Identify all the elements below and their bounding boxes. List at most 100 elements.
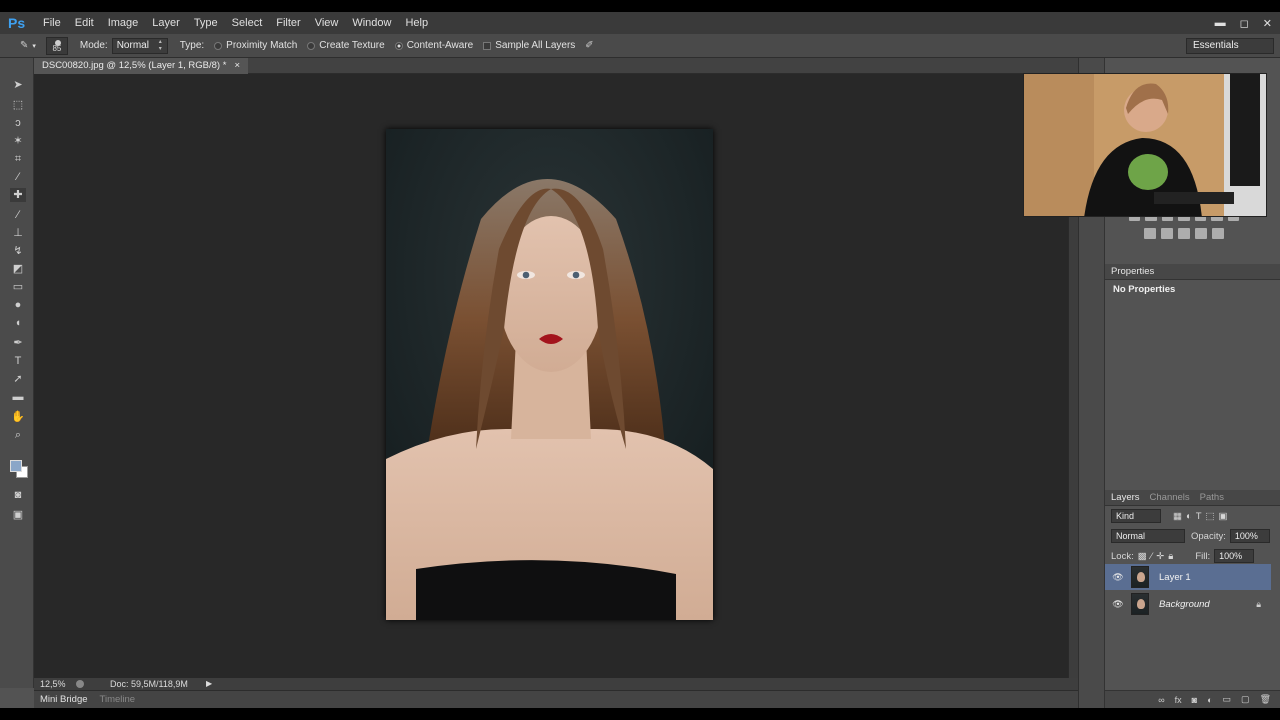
fill-input[interactable]: 100% <box>1214 549 1255 563</box>
filter-type-icon[interactable]: T <box>1196 511 1202 522</box>
minimize-icon[interactable]: ▬ <box>1215 17 1226 29</box>
layer-filter-kind-dropdown[interactable]: Kind <box>1111 509 1161 523</box>
color-swatches[interactable] <box>10 460 30 480</box>
filter-adjustment-icon[interactable]: ◐ <box>1186 511 1192 522</box>
gradient-tool-icon[interactable]: ▭ <box>10 280 26 294</box>
zoom-level[interactable]: 12,5% <box>40 678 66 690</box>
path-selection-tool-icon[interactable]: ➚ <box>10 372 26 386</box>
new-adjustment-icon[interactable]: ◐ <box>1207 695 1212 705</box>
properties-title[interactable]: Properties <box>1111 266 1154 277</box>
mode-dropdown[interactable]: Normal <box>111 37 168 54</box>
menu-select[interactable]: Select <box>225 12 270 34</box>
filter-smart-object-icon[interactable]: ▣ <box>1219 511 1228 522</box>
tab-layers[interactable]: Layers <box>1111 490 1140 506</box>
bottom-panel-tabs: Mini Bridge Timeline <box>34 690 1078 708</box>
magic-wand-tool-icon[interactable]: ✶ <box>10 134 26 148</box>
menu-window[interactable]: Window <box>345 12 398 34</box>
dodge-tool-icon[interactable]: ◖ <box>10 316 26 330</box>
create-texture-radio[interactable] <box>307 41 316 50</box>
rectangle-tool-icon[interactable]: ▬ <box>10 390 26 404</box>
tab-mini-bridge[interactable]: Mini Bridge <box>34 691 94 708</box>
eraser-tool-icon[interactable]: ◩ <box>10 262 26 276</box>
maximize-icon[interactable]: ◻ <box>1240 17 1249 30</box>
photoshop-window: Ps File Edit Image Layer Type Select Fil… <box>0 12 1280 708</box>
quick-mask-icon[interactable]: ◙ <box>10 488 26 502</box>
no-properties-text: No Properties <box>1113 284 1176 295</box>
gradient-map-icon[interactable] <box>1212 228 1224 239</box>
status-menu-arrow-icon[interactable]: ▶ <box>206 678 212 690</box>
tab-paths[interactable]: Paths <box>1200 490 1224 506</box>
layer-style-icon[interactable]: fx <box>1175 695 1182 705</box>
menu-help[interactable]: Help <box>398 12 435 34</box>
blur-tool-icon[interactable]: ● <box>10 298 26 312</box>
brush-size-picker[interactable]: 85 <box>45 36 68 55</box>
channel-mixer-icon[interactable] <box>1178 228 1190 239</box>
lock-position-icon[interactable]: ✛ <box>1156 551 1164 562</box>
lasso-tool-icon[interactable]: ↄ <box>10 116 26 130</box>
eyedropper-tool-icon[interactable]: ⁄ <box>10 170 26 184</box>
tab-channels[interactable]: Channels <box>1150 490 1190 506</box>
photo-filter-icon[interactable] <box>1161 228 1173 239</box>
content-aware-radio[interactable] <box>394 41 403 50</box>
mode-label: Mode: <box>79 40 108 51</box>
crop-tool-icon[interactable]: ⌗ <box>10 152 26 166</box>
add-mask-icon[interactable]: ◙ <box>1192 695 1197 705</box>
layers-footer: ∞ fx ◙ ◐ ▭ ▢ 🗑︎ <box>1105 690 1280 708</box>
layer-row-background[interactable]: 👁︎ Background 🔒︎ <box>1105 591 1271 617</box>
close-tab-icon[interactable]: × <box>234 58 240 74</box>
brush-tool-icon[interactable]: ∕ <box>10 208 26 222</box>
eye-icon[interactable]: 👁︎ <box>1111 572 1125 583</box>
delete-layer-icon[interactable]: 🗑︎ <box>1260 694 1271 705</box>
healing-brush-icon: ✎ <box>20 40 29 51</box>
options-bar: ✎ ▾ 85 Mode: Normal Type: Proximity Matc… <box>0 34 1280 58</box>
layer-row-layer-1[interactable]: 👁︎ Layer 1 <box>1105 564 1271 590</box>
layer-name: Layer 1 <box>1159 571 1191 583</box>
lock-all-icon[interactable]: 🔒︎ <box>1168 551 1173 562</box>
filter-shape-icon[interactable]: ⬚ <box>1206 511 1215 522</box>
black-white-icon[interactable] <box>1144 228 1156 239</box>
document-image[interactable] <box>386 129 713 620</box>
document-tab[interactable]: DSC00820.jpg @ 12,5% (Layer 1, RGB/8) * … <box>34 58 248 74</box>
lock-transparent-icon[interactable]: ▩ <box>1138 551 1147 562</box>
opacity-input[interactable]: 100% <box>1229 529 1270 543</box>
foreground-color-swatch[interactable] <box>10 460 22 472</box>
link-layers-icon[interactable]: ∞ <box>1158 695 1164 705</box>
menu-filter[interactable]: Filter <box>269 12 307 34</box>
lock-label: Lock: <box>1111 550 1134 562</box>
blend-mode-dropdown[interactable]: Normal <box>1111 529 1185 543</box>
canvas-area[interactable] <box>34 74 1068 678</box>
tool-preset-picker[interactable]: ✎ ▾ <box>20 40 36 51</box>
new-group-icon[interactable]: ▭ <box>1223 694 1232 705</box>
menu-layer[interactable]: Layer <box>145 12 187 34</box>
menu-type[interactable]: Type <box>187 12 225 34</box>
close-icon[interactable]: ✕ <box>1263 17 1272 30</box>
webcam-image <box>1024 74 1266 216</box>
marquee-tool-icon[interactable]: ⬚ <box>10 98 26 112</box>
healing-brush-tool-icon[interactable]: ✚ <box>10 188 26 202</box>
history-brush-tool-icon[interactable]: ↯ <box>10 244 26 258</box>
invert-icon[interactable] <box>1195 228 1207 239</box>
proximity-match-radio[interactable] <box>214 41 223 50</box>
menu-file[interactable]: File <box>36 12 68 34</box>
filter-pixel-icon[interactable]: ▦ <box>1173 511 1182 522</box>
new-layer-icon[interactable]: ▢ <box>1241 694 1250 705</box>
move-tool-icon[interactable]: ➤ <box>10 78 26 92</box>
lock-image-icon[interactable]: ∕ <box>1151 551 1153 562</box>
hand-tool-icon[interactable]: ✋ <box>10 410 26 424</box>
zoom-tool-icon[interactable]: ⌕ <box>10 428 26 442</box>
properties-panel-header: Properties <box>1105 264 1280 280</box>
eye-icon[interactable]: 👁︎ <box>1111 599 1125 610</box>
menu-image[interactable]: Image <box>101 12 146 34</box>
sample-all-layers-checkbox[interactable] <box>483 41 492 50</box>
tab-timeline[interactable]: Timeline <box>94 691 142 708</box>
status-info-icon[interactable] <box>76 680 84 688</box>
clone-stamp-tool-icon[interactable]: ⊥ <box>10 226 26 240</box>
workspace-switcher[interactable]: Essentials <box>1186 38 1274 54</box>
pressure-size-icon[interactable]: ✐ <box>585 40 593 51</box>
chevron-down-icon: ▾ <box>32 42 36 50</box>
type-tool-icon[interactable]: T <box>10 354 26 368</box>
pen-tool-icon[interactable]: ✒ <box>10 336 26 350</box>
screen-mode-icon[interactable]: ▣ <box>10 508 26 522</box>
menu-edit[interactable]: Edit <box>68 12 101 34</box>
menu-view[interactable]: View <box>308 12 346 34</box>
